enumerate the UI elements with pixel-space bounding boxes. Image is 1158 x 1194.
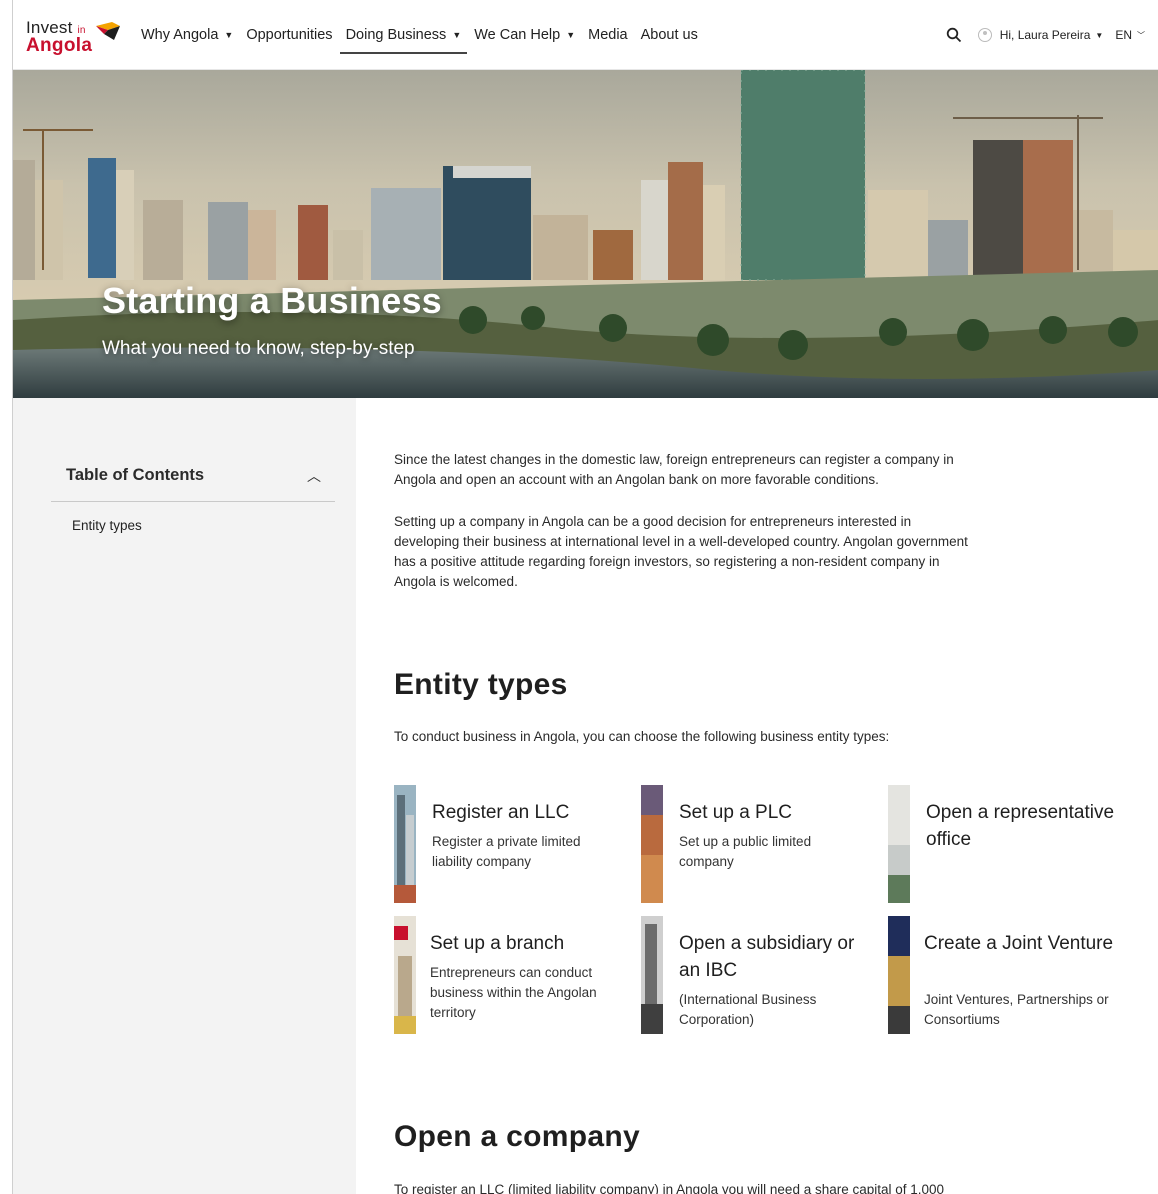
main-menu: Why Angola ▼ Opportunities Doing Business… [141,0,711,70]
card-description: Joint Ventures, Partnerships or Consorti… [924,992,1109,1027]
menu-item-doing-business[interactable]: Doing Business ▼ [339,0,467,70]
representative-office-thumbnail-image [888,785,910,903]
card-title: Register an LLC [432,802,570,823]
card-title: Create a Joint Venture [924,933,1114,954]
card-description: Entrepreneurs can conduct business withi… [430,965,597,1020]
entity-card-plc[interactable]: Set up a PLC Set up a public limited com… [641,785,876,903]
menu-label: Doing Business [345,27,447,43]
entity-card-representative-office[interactable]: Open a representative office [888,785,1123,903]
hero-subtitle: What you need to know, step-by-step [102,338,415,359]
nav-utilities: Hi, Laura Pereira ▼ EN ﹀ [946,0,1145,70]
menu-label: Media [588,27,628,43]
menu-label: We Can Help [474,27,561,43]
logo-text-angola: Angola [26,35,93,56]
card-description: Set up a public limited company [679,834,812,869]
caret-down-icon: ▼ [566,30,576,40]
chevron-up-icon[interactable]: ︿ [307,466,321,486]
menu-label: Opportunities [246,27,333,43]
toc-header[interactable]: Table of Contents ︿ [51,454,335,502]
plc-thumbnail-image [641,785,663,903]
entity-card-subsidiary-ibc[interactable]: Open a subsidiary or an IBC (Internation… [641,916,876,1034]
hero-title: Starting a Business [102,280,442,321]
entity-types-intro: To conduct business in Angola, you can c… [394,729,890,744]
entity-types-heading: Entity types [394,668,568,701]
menu-label: Why Angola [141,27,219,43]
menu-item-about-us[interactable]: About us [641,0,698,70]
entity-card-branch[interactable]: Set up a branch Entrepreneurs can conduc… [394,916,629,1034]
joint-venture-thumbnail-image [888,916,910,1034]
entity-card-joint-venture[interactable]: Create a Joint Venture Joint Ventures, P… [888,916,1123,1034]
logo-mark-icon [96,22,120,40]
menu-label: About us [640,27,698,43]
chevron-down-icon: ﹀ [1137,30,1145,40]
toc-item-entity-types[interactable]: Entity types [72,518,142,533]
menu-item-opportunities[interactable]: Opportunities [246,0,332,70]
intro-paragraph-2: Setting up a company in Angola can be a … [394,514,968,589]
card-title: Open a subsidiary or an IBC [679,933,855,981]
user-avatar-icon [977,28,992,42]
search-icon[interactable] [946,27,962,43]
llc-thumbnail-image [394,785,416,903]
menu-item-why-angola[interactable]: Why Angola ▼ [141,0,233,70]
invest-in-angola-logo[interactable]: Invest in Angola [26,18,126,58]
card-title: Set up a branch [430,933,565,954]
card-description: Register a private limited liability com… [432,834,581,869]
open-company-paragraph: To register an LLC (limited liability co… [394,1182,945,1194]
hero-banner: Starting a Business What you need to kno… [13,70,1158,398]
card-title: Set up a PLC [679,802,793,823]
user-menu[interactable]: Hi, Laura Pereira ▼ [977,28,1104,42]
branch-thumbnail-image [394,916,416,1034]
entity-card-llc[interactable]: Register an LLC Register a private limit… [394,785,629,903]
sidebar: Table of Contents ︿ Entity types [13,398,356,1194]
subsidiary-thumbnail-image [641,916,663,1034]
page-frame: Invest in Angola Why Angola ▼ Opportuniti… [12,0,1158,1194]
menu-item-media[interactable]: Media [588,0,628,70]
intro-paragraph-1: Since the latest changes in the domestic… [394,452,954,487]
caret-down-icon: ▼ [1095,30,1104,40]
language-selector[interactable]: EN ﹀ [1115,28,1145,42]
top-navigation: Invest in Angola Why Angola ▼ Opportuniti… [13,0,1158,70]
card-title: Open a representative office [926,802,1115,850]
toc-title: Table of Contents [66,466,205,484]
open-company-heading: Open a company [394,1120,640,1153]
caret-down-icon: ▼ [452,30,462,40]
menu-item-we-can-help[interactable]: We Can Help ▼ [474,0,575,70]
caret-down-icon: ▼ [224,30,234,40]
language-label: EN [1115,28,1132,42]
card-description: (International Business Corporation) [679,992,817,1027]
user-greeting: Hi, Laura Pereira [999,28,1091,42]
